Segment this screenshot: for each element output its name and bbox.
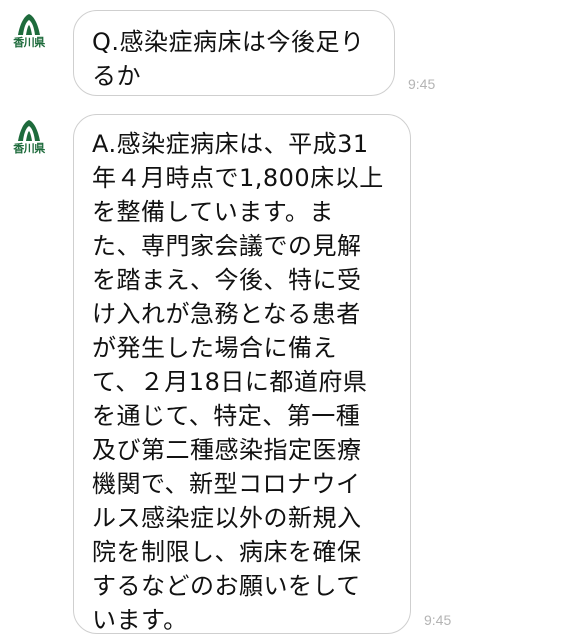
sender-name: 香川県: [13, 36, 45, 49]
message-text: A.感染症病床は、平成31 年４月時点で1,800床以上 を整備しています。ま …: [92, 130, 384, 634]
message-text: Q.感染症病床は今後足り るか: [92, 28, 365, 90]
message-bubble[interactable]: A.感染症病床は、平成31 年４月時点で1,800床以上 を整備しています。ま …: [73, 114, 411, 634]
avatar[interactable]: 香川県: [6, 118, 52, 168]
timestamp: 9:45: [408, 76, 436, 92]
message-bubble[interactable]: Q.感染症病床は今後足り るか: [73, 10, 395, 96]
kagawa-logo-icon: [18, 120, 40, 141]
timestamp: 9:45: [424, 612, 452, 628]
kagawa-logo-icon: [18, 14, 40, 35]
avatar[interactable]: 香川県: [6, 12, 52, 62]
sender-name: 香川県: [13, 142, 45, 155]
